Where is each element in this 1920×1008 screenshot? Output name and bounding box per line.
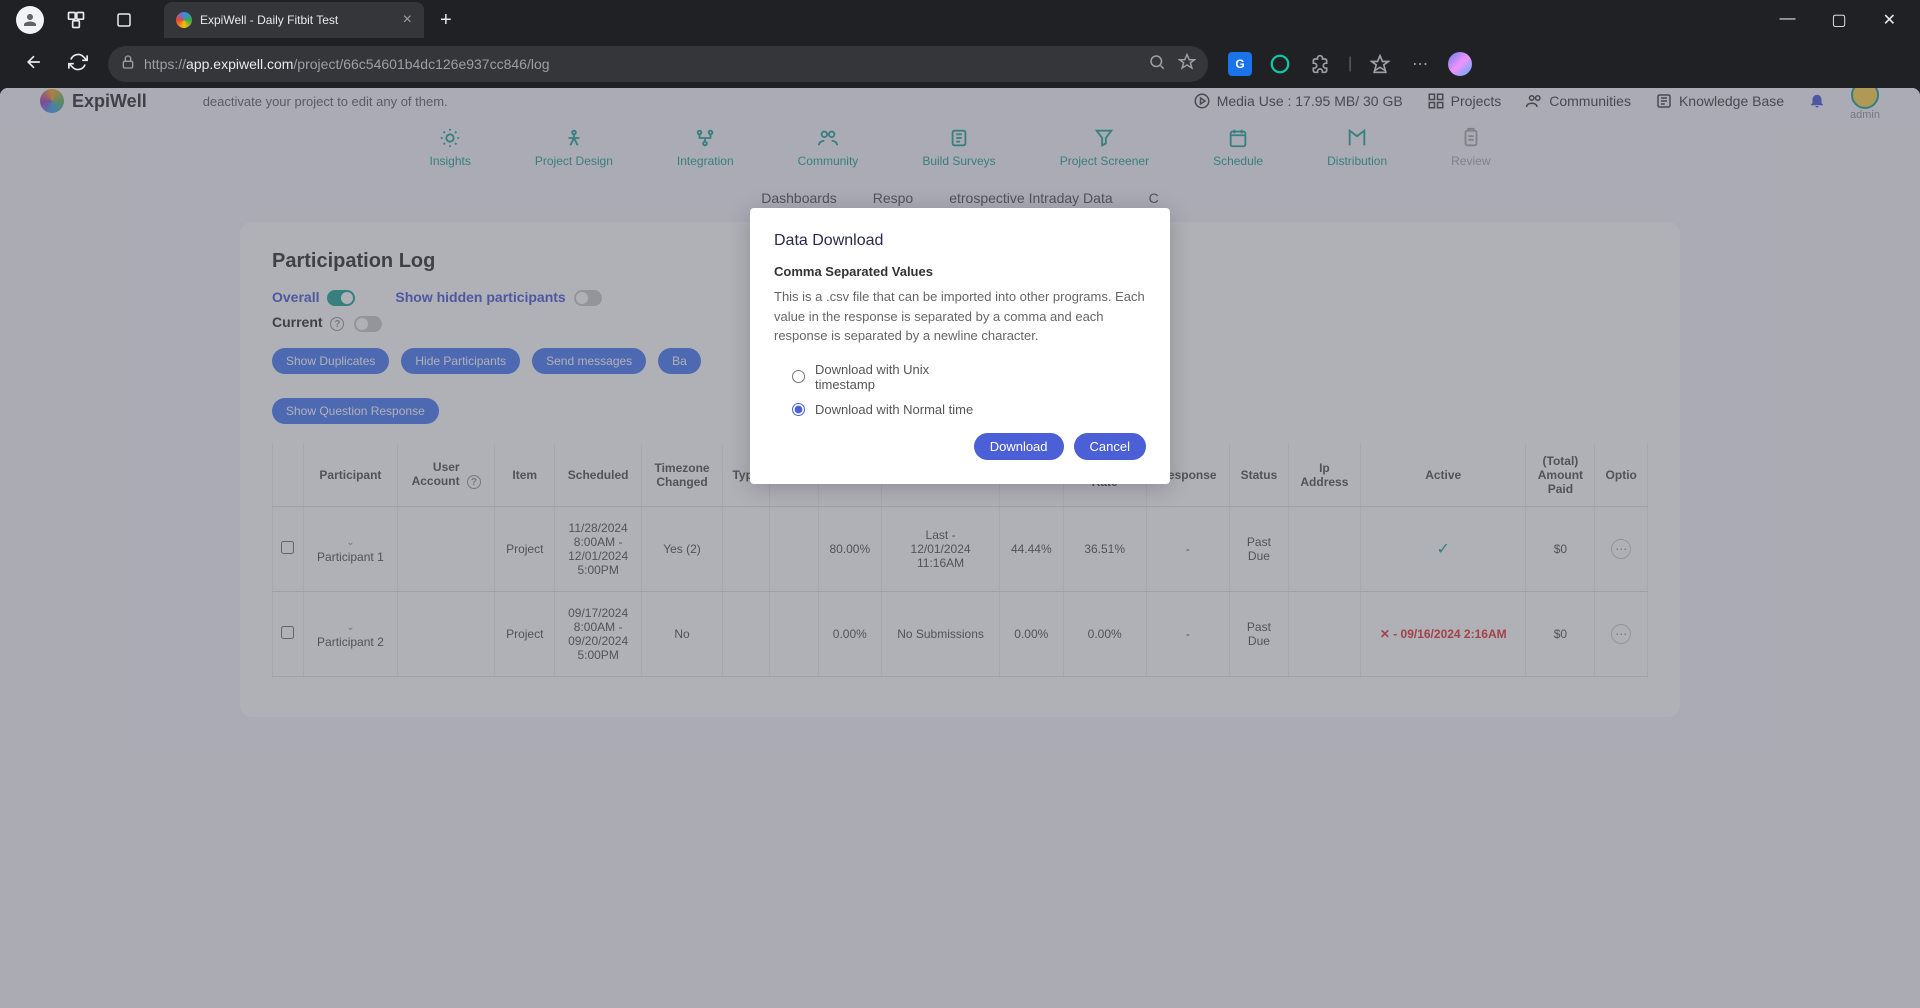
url-text: https://app.expiwell.com/project/66c5460… [144, 56, 550, 72]
back-button[interactable] [12, 46, 56, 83]
menu-icon[interactable]: ⋯ [1408, 52, 1432, 76]
copilot-icon[interactable] [1448, 52, 1472, 76]
profile-icon[interactable] [16, 6, 44, 34]
tab-favicon [176, 12, 192, 28]
modal-description: This is a .csv file that can be imported… [774, 287, 1146, 346]
address-bar[interactable]: https://app.expiwell.com/project/66c5460… [108, 46, 1208, 82]
data-download-modal: Data Download Comma Separated Values Thi… [750, 208, 1170, 484]
maximize-button[interactable]: ▢ [1823, 6, 1854, 34]
tab-actions-icon[interactable] [112, 8, 136, 32]
tab-close-icon[interactable]: × [403, 11, 412, 29]
new-tab-button[interactable]: + [440, 9, 452, 32]
modal-subtitle: Comma Separated Values [774, 264, 1146, 279]
favorite-icon[interactable] [1178, 53, 1196, 76]
favorites-bar-icon[interactable] [1368, 52, 1392, 76]
radio-unix-timestamp[interactable] [792, 370, 805, 383]
workspaces-icon[interactable] [64, 8, 88, 32]
lock-icon [120, 54, 136, 75]
download-button[interactable]: Download [974, 433, 1064, 460]
translate-icon[interactable]: G [1228, 52, 1252, 76]
modal-overlay: Data Download Comma Separated Values Thi… [0, 88, 1920, 1008]
browser-tab[interactable]: ExpiWell - Daily Fitbit Test × [164, 2, 424, 38]
cancel-button[interactable]: Cancel [1074, 433, 1146, 460]
grammarly-icon[interactable] [1268, 52, 1292, 76]
radio-unix-label: Download with Unix timestamp [815, 362, 975, 392]
close-window-button[interactable]: ✕ [1875, 6, 1904, 34]
extensions-icon[interactable] [1308, 52, 1332, 76]
refresh-button[interactable] [56, 46, 100, 83]
radio-normal-label: Download with Normal time [815, 402, 973, 417]
radio-normal-time[interactable] [792, 403, 805, 416]
zoom-icon[interactable] [1148, 53, 1166, 76]
modal-title: Data Download [774, 232, 1146, 250]
minimize-button[interactable]: — [1771, 6, 1803, 34]
tab-title: ExpiWell - Daily Fitbit Test [200, 13, 395, 27]
